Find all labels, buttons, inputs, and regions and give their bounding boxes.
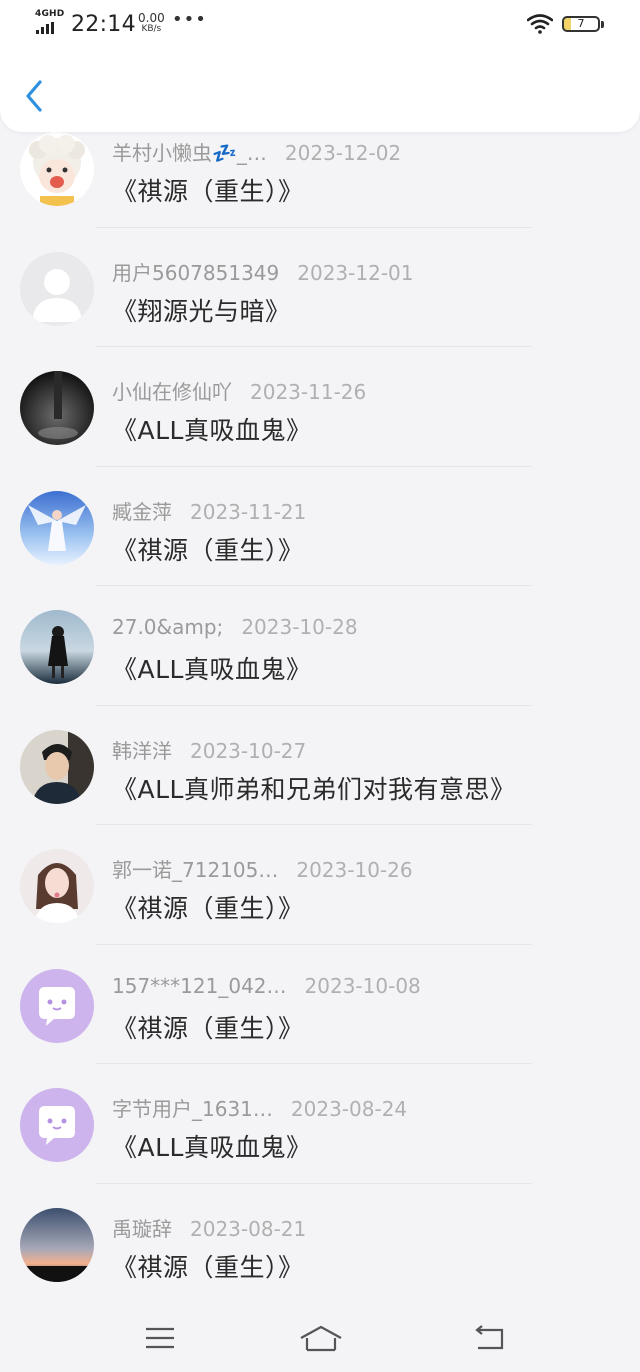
list-item[interactable]: 禹璇辞 2023-08-21 《祺源（重生）》 bbox=[0, 1184, 640, 1304]
username: 小仙在修仙吖 bbox=[112, 380, 232, 404]
back-button[interactable] bbox=[18, 76, 52, 116]
list-item[interactable]: 臧金萍 2023-11-21 《祺源（重生）》 bbox=[0, 467, 640, 586]
meta-line: 小仙在修仙吖 2023-11-26 bbox=[112, 376, 366, 405]
read-date: 2023-12-02 bbox=[284, 141, 402, 165]
avatar bbox=[20, 490, 94, 565]
avatar bbox=[20, 610, 94, 684]
username: 27.0&amp; bbox=[112, 615, 224, 639]
network-type: 4GHD bbox=[35, 9, 65, 19]
speed-unit: KB/s bbox=[141, 24, 162, 34]
status-bar: 4GHD 22:14 0.00 KB/s ••• 7 bbox=[0, 0, 640, 50]
network-speed: 0.00 KB/s bbox=[138, 12, 165, 34]
username: 臧金萍 bbox=[112, 499, 172, 524]
signal-icon bbox=[36, 22, 54, 34]
screen: 4GHD 22:14 0.00 KB/s ••• 7 羊村小懒虫💤_… 2023… bbox=[0, 0, 640, 1372]
list-item[interactable]: 用户5607851349 2023-12-01 《翔源光与暗》 bbox=[0, 228, 640, 347]
username: 157***121_042… bbox=[112, 973, 287, 998]
book-title: 《ALL真师弟和兄弟们对我有意思》 bbox=[112, 774, 516, 804]
list-item[interactable]: 字节用户_1631… 2023-08-24 《ALL真吸血鬼》 bbox=[0, 1064, 640, 1184]
clock: 22:14 bbox=[71, 12, 136, 37]
book-title: 《祺源（重生）》 bbox=[112, 894, 304, 923]
read-date: 2023-12-01 bbox=[297, 260, 414, 285]
return-icon[interactable] bbox=[472, 1324, 506, 1352]
read-date: 2023-11-26 bbox=[250, 380, 367, 404]
username: 用户5607851349 bbox=[112, 260, 280, 285]
list-item[interactable]: 小仙在修仙吖 2023-11-26 《ALL真吸血鬼》 bbox=[0, 347, 640, 467]
avatar bbox=[20, 1207, 94, 1282]
more-notifications-icon: ••• bbox=[172, 9, 207, 30]
avatar bbox=[20, 729, 94, 804]
meta-line: 韩洋洋 2023-10-27 bbox=[112, 735, 306, 764]
system-nav-bar bbox=[0, 1306, 640, 1372]
list-item[interactable]: 157***121_042… 2023-10-08 《祺源（重生）》 bbox=[0, 945, 640, 1064]
read-date: 2023-10-28 bbox=[241, 615, 358, 639]
book-title: 《祺源（重生）》 bbox=[112, 1013, 304, 1043]
read-date: 2023-08-21 bbox=[190, 1216, 307, 1241]
book-title: 《翔源光与暗》 bbox=[112, 296, 291, 326]
book-title: 《ALL真吸血鬼》 bbox=[112, 655, 312, 684]
username: 禹璇辞 bbox=[112, 1216, 172, 1241]
read-date: 2023-11-21 bbox=[190, 499, 307, 524]
list-item[interactable]: 郭一诺_712105… 2023-10-26 《祺源（重生）》 bbox=[0, 825, 640, 945]
wifi-icon bbox=[527, 14, 553, 34]
book-title: 《祺源（重生）》 bbox=[112, 177, 304, 206]
avatar bbox=[20, 132, 94, 206]
read-date: 2023-10-27 bbox=[190, 738, 307, 763]
read-date: 2023-08-24 bbox=[290, 1097, 408, 1121]
avatar bbox=[20, 371, 94, 445]
book-title: 《ALL真吸血鬼》 bbox=[112, 1133, 312, 1162]
avatar bbox=[20, 251, 94, 326]
username: 羊村小懒虫💤_… bbox=[112, 141, 267, 165]
meta-line: 用户5607851349 2023-12-01 bbox=[112, 257, 413, 286]
book-title: 《祺源（重生）》 bbox=[112, 1252, 304, 1282]
menu-icon[interactable] bbox=[144, 1324, 176, 1352]
nav-header bbox=[0, 50, 640, 132]
read-date: 2023-10-26 bbox=[296, 858, 413, 882]
meta-line: 羊村小懒虫💤_… 2023-12-02 bbox=[112, 137, 401, 166]
book-title: 《ALL真吸血鬼》 bbox=[112, 416, 312, 445]
battery-icon: 7 bbox=[562, 16, 604, 32]
meta-line: 禹璇辞 2023-08-21 bbox=[112, 1213, 306, 1242]
avatar bbox=[20, 849, 94, 923]
meta-line: 臧金萍 2023-11-21 bbox=[112, 496, 306, 525]
meta-line: 郭一诺_712105… 2023-10-26 bbox=[112, 854, 413, 883]
list-item[interactable]: 27.0&amp; 2023-10-28 《ALL真吸血鬼》 bbox=[0, 586, 640, 706]
reader-list: 羊村小懒虫💤_… 2023-12-02 《祺源（重生）》 用户5607851349… bbox=[0, 108, 640, 1303]
meta-line: 字节用户_1631… 2023-08-24 bbox=[112, 1093, 407, 1122]
avatar bbox=[20, 1088, 94, 1162]
meta-line: 157***121_042… 2023-10-08 bbox=[112, 974, 421, 998]
avatar bbox=[20, 968, 94, 1043]
username: 韩洋洋 bbox=[112, 738, 172, 763]
list-item[interactable]: 韩洋洋 2023-10-27 《ALL真师弟和兄弟们对我有意思》 bbox=[0, 706, 640, 825]
chevron-left-icon bbox=[26, 80, 42, 112]
read-date: 2023-10-08 bbox=[304, 973, 421, 998]
home-icon[interactable] bbox=[298, 1324, 344, 1352]
username: 字节用户_1631… bbox=[112, 1097, 273, 1121]
speed-value: 0.00 bbox=[138, 11, 165, 25]
book-title: 《祺源（重生）》 bbox=[112, 535, 304, 565]
username: 郭一诺_712105… bbox=[112, 858, 279, 882]
meta-line: 27.0&amp; 2023-10-28 bbox=[112, 615, 358, 639]
